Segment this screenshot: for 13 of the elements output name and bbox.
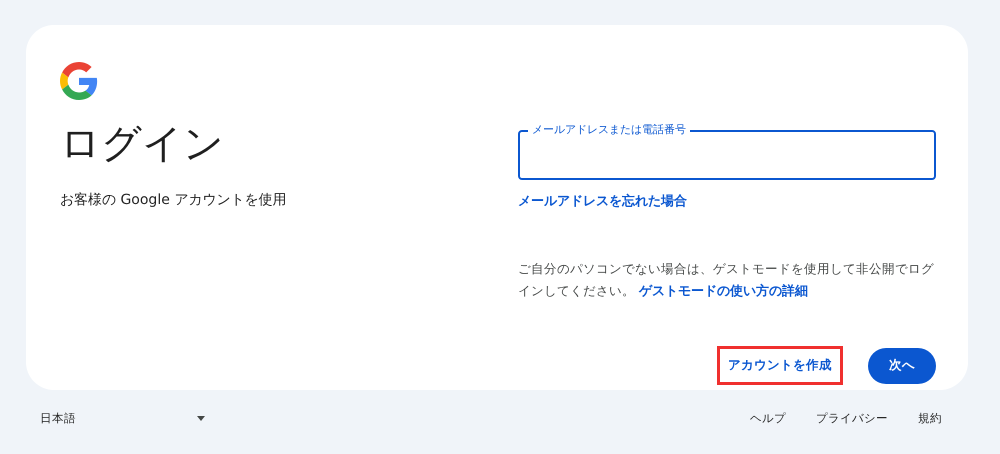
next-button[interactable]: 次へ [868, 348, 936, 384]
footer-link[interactable]: ヘルプ [750, 410, 786, 428]
google-logo [60, 62, 98, 100]
guest-mode-link[interactable]: ゲストモードの使い方の詳細 [638, 284, 808, 299]
forgot-email-link[interactable]: メールアドレスを忘れた場合 [518, 194, 687, 209]
footer-link[interactable]: 規約 [918, 410, 942, 428]
subtitle: お客様の Google アカウントを使用 [60, 191, 288, 210]
create-account-button[interactable]: アカウントを作成 [720, 349, 840, 382]
language-selector[interactable]: 日本語 [40, 410, 205, 428]
dropdown-icon [197, 416, 205, 422]
page-title: ログイン [60, 120, 225, 168]
guest-mode-note: ご自分のパソコンでない場合は、ゲストモードを使用して非公開でログインしてください。 ゲストモードの使い方の詳細 [518, 260, 935, 301]
footer-link[interactable]: プライバシー [816, 410, 888, 428]
